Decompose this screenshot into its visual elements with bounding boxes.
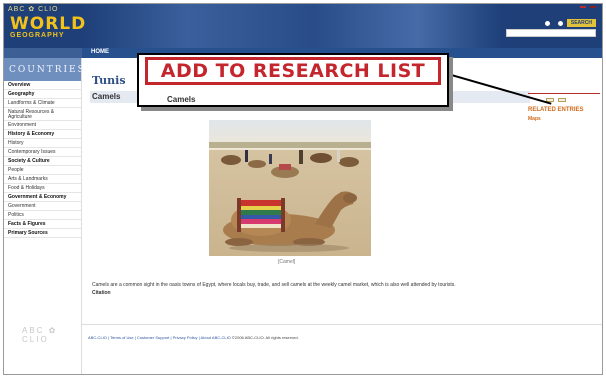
sidebar-item[interactable]: Food & Holidays [4, 184, 81, 193]
top-link-2[interactable] [590, 6, 596, 8]
logo-world[interactable]: WORLD [10, 14, 86, 34]
camel-photo [209, 120, 371, 256]
sidebar-item[interactable]: Facts & Figures [4, 220, 81, 229]
callout-label: ADD TO RESEARCH LIST [145, 57, 441, 85]
callout-page-title: Camels [167, 95, 196, 104]
nav-home[interactable]: HOME [91, 49, 109, 55]
photo-caption: [Camel] [278, 259, 296, 265]
sidebar-item[interactable]: History [4, 139, 81, 148]
maps-heading: Maps [528, 116, 541, 122]
logo-geography: GEOGRAPHY [10, 32, 65, 39]
search-button[interactable]: SEARCH [566, 19, 596, 27]
sidebar-list: Overview Geography Landforms & Climate Natu… [4, 81, 81, 238]
site-header: ABC ✿ CLIO WORLD GEOGRAPHY SEARCH [4, 4, 602, 48]
sidebar-item[interactable]: History & Economy [4, 130, 81, 139]
sidebar-item[interactable]: Politics [4, 211, 81, 220]
footer-copyright: ©2006 ABC-CLIO. All rights reserved. [231, 335, 299, 340]
search-input[interactable] [506, 29, 596, 37]
abc-clio-label: ABC ✿ CLIO [8, 6, 59, 13]
sidebar-item[interactable]: Government [4, 202, 81, 211]
browser-frame: ABC ✿ CLIO WORLD GEOGRAPHY SEARCH HOME C… [3, 3, 603, 375]
sidebar-item[interactable]: Contemporary Issues [4, 148, 81, 157]
sidebar-item[interactable]: Environment [4, 121, 81, 130]
top-link-1[interactable] [580, 6, 586, 8]
countries-tab[interactable] [4, 48, 82, 58]
citation-link[interactable]: Citation [92, 290, 111, 296]
sidebar-item[interactable]: Society & Culture [4, 157, 81, 166]
footer-links[interactable]: ABC-CLIO | Terms of Use | Customer Suppo… [88, 335, 231, 340]
section-title: Camels [92, 92, 121, 101]
sidebar-item[interactable]: Government & Economy [4, 193, 81, 202]
email-button[interactable] [558, 98, 566, 102]
sidebar-item[interactable]: Landforms & Climate [4, 99, 81, 108]
camel-photo-svg [209, 120, 371, 256]
body-text: Camels are a common sight in the oasis t… [92, 282, 456, 288]
sidebar-item[interactable]: Natural Resources & Agriculture [4, 108, 81, 121]
sidebar-item[interactable]: Primary Sources [4, 229, 81, 238]
right-column: RELATED ENTRIES Maps [528, 92, 600, 124]
add-to-research-link[interactable] [528, 92, 600, 94]
radio-icon[interactable] [557, 20, 563, 26]
top-links [580, 6, 596, 8]
radio-icon[interactable] [544, 20, 550, 26]
sidebar-item[interactable]: Overview [4, 81, 81, 90]
sidebar-item[interactable]: Geography [4, 90, 81, 99]
related-entries-heading: RELATED ENTRIES [528, 107, 584, 113]
page-title: Tunis [92, 74, 126, 87]
footer-divider [82, 324, 602, 325]
sidebar: COUNTRIES Overview Geography Landforms & C… [4, 58, 84, 374]
header-tools: SEARCH [544, 19, 596, 27]
sidebar-item[interactable]: Arts & Landmarks [4, 175, 81, 184]
footer: ABC-CLIO | Terms of Use | Customer Suppo… [88, 335, 299, 340]
header-banner-image [82, 4, 502, 48]
action-buttons [546, 98, 600, 102]
sidebar-item[interactable]: People [4, 166, 81, 175]
sidebar-abc-clio-logo: ABC ✿ CLIO [22, 326, 58, 344]
sidebar-heading: COUNTRIES [4, 58, 84, 81]
